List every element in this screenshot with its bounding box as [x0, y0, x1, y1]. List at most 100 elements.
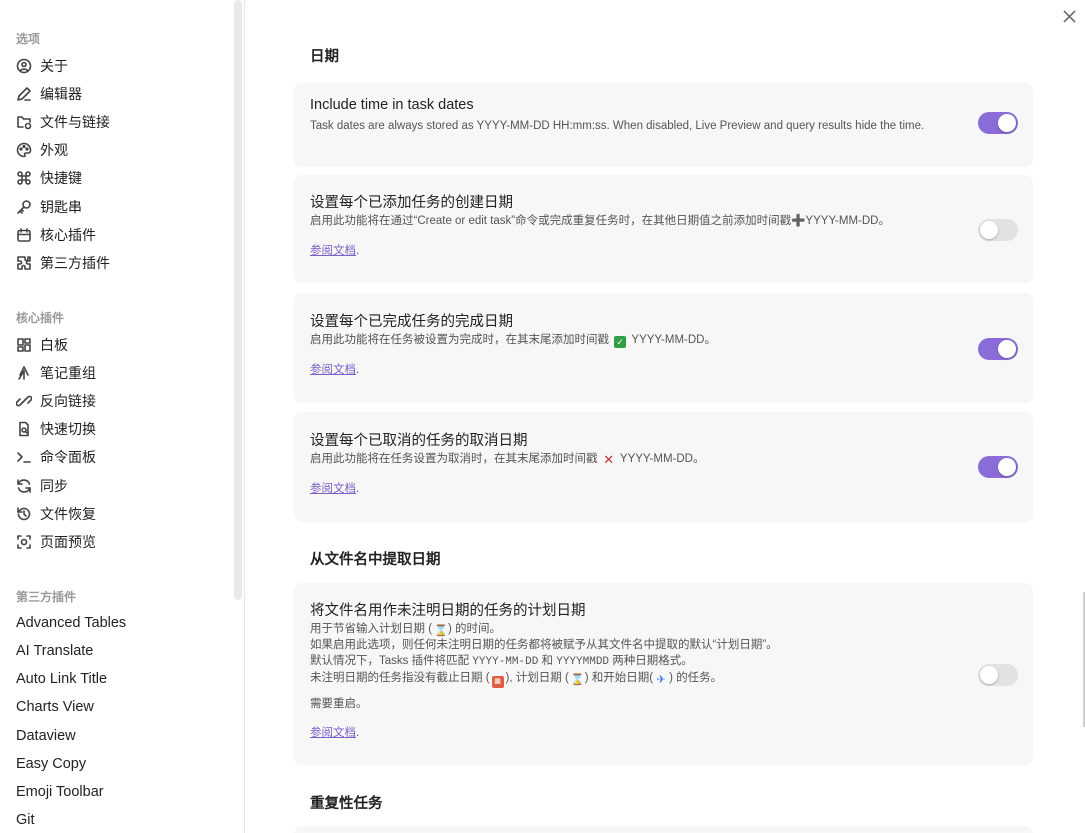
cancelled-date-toggle[interactable] — [978, 456, 1018, 478]
sidebar-plugin-auto-link-title[interactable]: Auto Link Title — [16, 671, 107, 687]
preview-icon — [16, 534, 32, 550]
sidebar-item-canvas[interactable]: 白板 — [16, 333, 68, 357]
sidebar-item-label: 快速切换 — [40, 421, 96, 437]
setting-include-time: Include time in task dates Task dates ar… — [294, 83, 1033, 167]
history-icon — [16, 506, 32, 522]
terminal-icon — [16, 449, 32, 465]
section-heading-filename-dates: 从文件名中提取日期 — [310, 552, 441, 568]
sidebar-item-label: 反向链接 — [40, 393, 96, 409]
include-time-toggle[interactable] — [978, 112, 1018, 134]
sidebar-item-community-plugins[interactable]: 第三方插件 — [16, 251, 110, 275]
folder-link-icon — [16, 114, 32, 130]
done-date-toggle[interactable] — [978, 338, 1018, 360]
puzzle-icon — [16, 255, 32, 271]
toggle-knob — [998, 114, 1016, 132]
sidebar-scrollbar[interactable] — [234, 0, 242, 600]
restart-note: 需要重启。 — [310, 698, 368, 710]
sidebar-item-label: 文件恢复 — [40, 506, 96, 522]
toggle-knob — [998, 340, 1016, 358]
close-icon — [1062, 9, 1076, 23]
sidebar-item-command-palette[interactable]: 命令面板 — [16, 445, 96, 469]
docs-link[interactable]: 参阅文档. — [310, 724, 359, 740]
setting-description: Task dates are always stored as YYYY-MM-… — [310, 120, 925, 132]
sidebar-plugin-git[interactable]: Git — [16, 812, 35, 828]
description-line: 未注明日期的任务指没有截止日期 (▦), 计划日期 (⌛) 和开始日期(✈) 的… — [310, 672, 723, 688]
backlink-icon — [16, 393, 32, 409]
sidebar-item-quick-switcher[interactable]: 快速切换 — [16, 417, 96, 441]
toggle-knob — [980, 666, 998, 684]
toggle-knob — [980, 221, 998, 239]
sidebar-plugin-easy-copy[interactable]: Easy Copy — [16, 756, 86, 772]
sidebar-item-label: 文件与链接 — [40, 114, 110, 130]
pencil-icon — [16, 86, 32, 102]
created-date-toggle[interactable] — [978, 219, 1018, 241]
sidebar-plugin-ai-translate[interactable]: AI Translate — [16, 643, 93, 659]
sidebar-item-label: 钥匙串 — [40, 199, 82, 215]
sidebar-section-options: 选项 — [16, 32, 41, 46]
setting-description: 启用此功能将在任务被设置为完成时，在其末尾添加时间戳 ✓ YYYY-MM-DD。 — [310, 334, 716, 348]
about-icon — [16, 58, 32, 74]
filename-scheduled-toggle[interactable] — [978, 664, 1018, 686]
setting-title: 设置每个已添加任务的创建日期 — [310, 195, 513, 211]
setting-cancelled-date: 设置每个已取消的任务的取消日期 启用此功能将在任务设置为取消时，在其末尾添加时间… — [294, 412, 1033, 522]
sidebar-plugin-charts-view[interactable]: Charts View — [16, 699, 94, 715]
setting-title: 设置每个已取消的任务的取消日期 — [310, 433, 528, 449]
sidebar-item-page-preview[interactable]: 页面预览 — [16, 530, 96, 554]
grid-icon — [16, 337, 32, 353]
sidebar-item-core-plugins[interactable]: 核心插件 — [16, 223, 96, 247]
hourglass-icon: ⌛ — [570, 674, 585, 686]
key-icon — [16, 199, 32, 215]
sidebar-section-third-party: 第三方插件 — [16, 590, 77, 604]
sidebar-item-hotkeys[interactable]: 快捷键 — [16, 166, 82, 190]
sidebar-item-label: 外观 — [40, 142, 68, 158]
hourglass-icon: ⌛ — [434, 625, 448, 637]
sidebar-item-label: 同步 — [40, 478, 68, 494]
setting-description: 启用此功能将在任务设置为取消时，在其末尾添加时间戳 ✕ YYYY-MM-DD。 — [310, 452, 705, 467]
palette-icon — [16, 142, 32, 158]
sidebar-plugin-advanced-tables[interactable]: Advanced Tables — [16, 615, 126, 631]
toggle-knob — [998, 458, 1016, 476]
sidebar-section-core: 核心插件 — [16, 311, 65, 325]
description-line: 用于节省输入计划日期 (⌛) 的时间。 — [310, 623, 502, 637]
calendar-icon: ▦ — [491, 676, 504, 688]
description-line: 如果启用此选项，则任何未注明日期的任务都将被赋予从其文件名中提取的默认“计划日期… — [310, 639, 778, 651]
sidebar-item-label: 编辑器 — [40, 86, 82, 102]
sidebar-plugin-emoji-toolbar[interactable]: Emoji Toolbar — [16, 784, 104, 800]
section-heading-dates: 日期 — [310, 49, 339, 65]
sidebar-item-about[interactable]: 关于 — [16, 54, 68, 78]
setting-title: Include time in task dates — [310, 97, 474, 113]
docs-link[interactable]: 参阅文档. — [310, 361, 359, 377]
sidebar-item-label: 笔记重组 — [40, 365, 96, 381]
sidebar-item-files-links[interactable]: 文件与链接 — [16, 110, 110, 134]
airplane-departure-icon: ✈ — [656, 674, 666, 686]
setting-recurring-partial — [294, 826, 1033, 833]
sidebar-item-appearance[interactable]: 外观 — [16, 138, 68, 162]
section-heading-recurring: 重复性任务 — [310, 796, 383, 812]
sidebar-item-note-composer[interactable]: 笔记重组 — [16, 361, 96, 385]
sidebar-plugin-dataview[interactable]: Dataview — [16, 728, 76, 744]
merge-icon — [16, 365, 32, 381]
setting-description: 启用此功能将在通过“Create or edit task”命令或完成重复任务时… — [310, 215, 890, 227]
sidebar-item-label: 白板 — [40, 337, 68, 353]
sidebar-item-label: 关于 — [40, 58, 68, 74]
sidebar-item-file-recovery[interactable]: 文件恢复 — [16, 502, 96, 526]
sync-icon — [16, 478, 32, 494]
docs-link[interactable]: 参阅文档. — [310, 242, 359, 258]
setting-filename-scheduled: 将文件名用作未注明日期的任务的计划日期 用于节省输入计划日期 (⌛) 的时间。 … — [294, 583, 1033, 765]
setting-title: 设置每个已完成任务的完成日期 — [310, 314, 513, 330]
calendar-plugin-icon — [16, 227, 32, 243]
sidebar-item-label: 快捷键 — [40, 170, 82, 186]
check-mark-icon: ✓ — [614, 336, 627, 348]
close-button[interactable] — [1060, 7, 1078, 25]
sidebar-item-label: 页面预览 — [40, 534, 96, 550]
file-search-icon — [16, 421, 32, 437]
sidebar-item-sync[interactable]: 同步 — [16, 474, 68, 498]
setting-created-date: 设置每个已添加任务的创建日期 启用此功能将在通过“Create or edit … — [294, 175, 1033, 283]
sidebar-item-backlinks[interactable]: 反向链接 — [16, 389, 96, 413]
description-line: 默认情况下，Tasks 插件将匹配 YYYY-MM-DD 和 YYYYMMDD … — [310, 655, 693, 668]
sidebar-item-editor[interactable]: 编辑器 — [16, 82, 82, 106]
docs-link[interactable]: 参阅文档. — [310, 480, 359, 496]
sidebar-item-label: 核心插件 — [40, 227, 96, 243]
sidebar-item-label: 第三方插件 — [40, 255, 110, 271]
sidebar-item-keychain[interactable]: 钥匙串 — [16, 195, 82, 219]
